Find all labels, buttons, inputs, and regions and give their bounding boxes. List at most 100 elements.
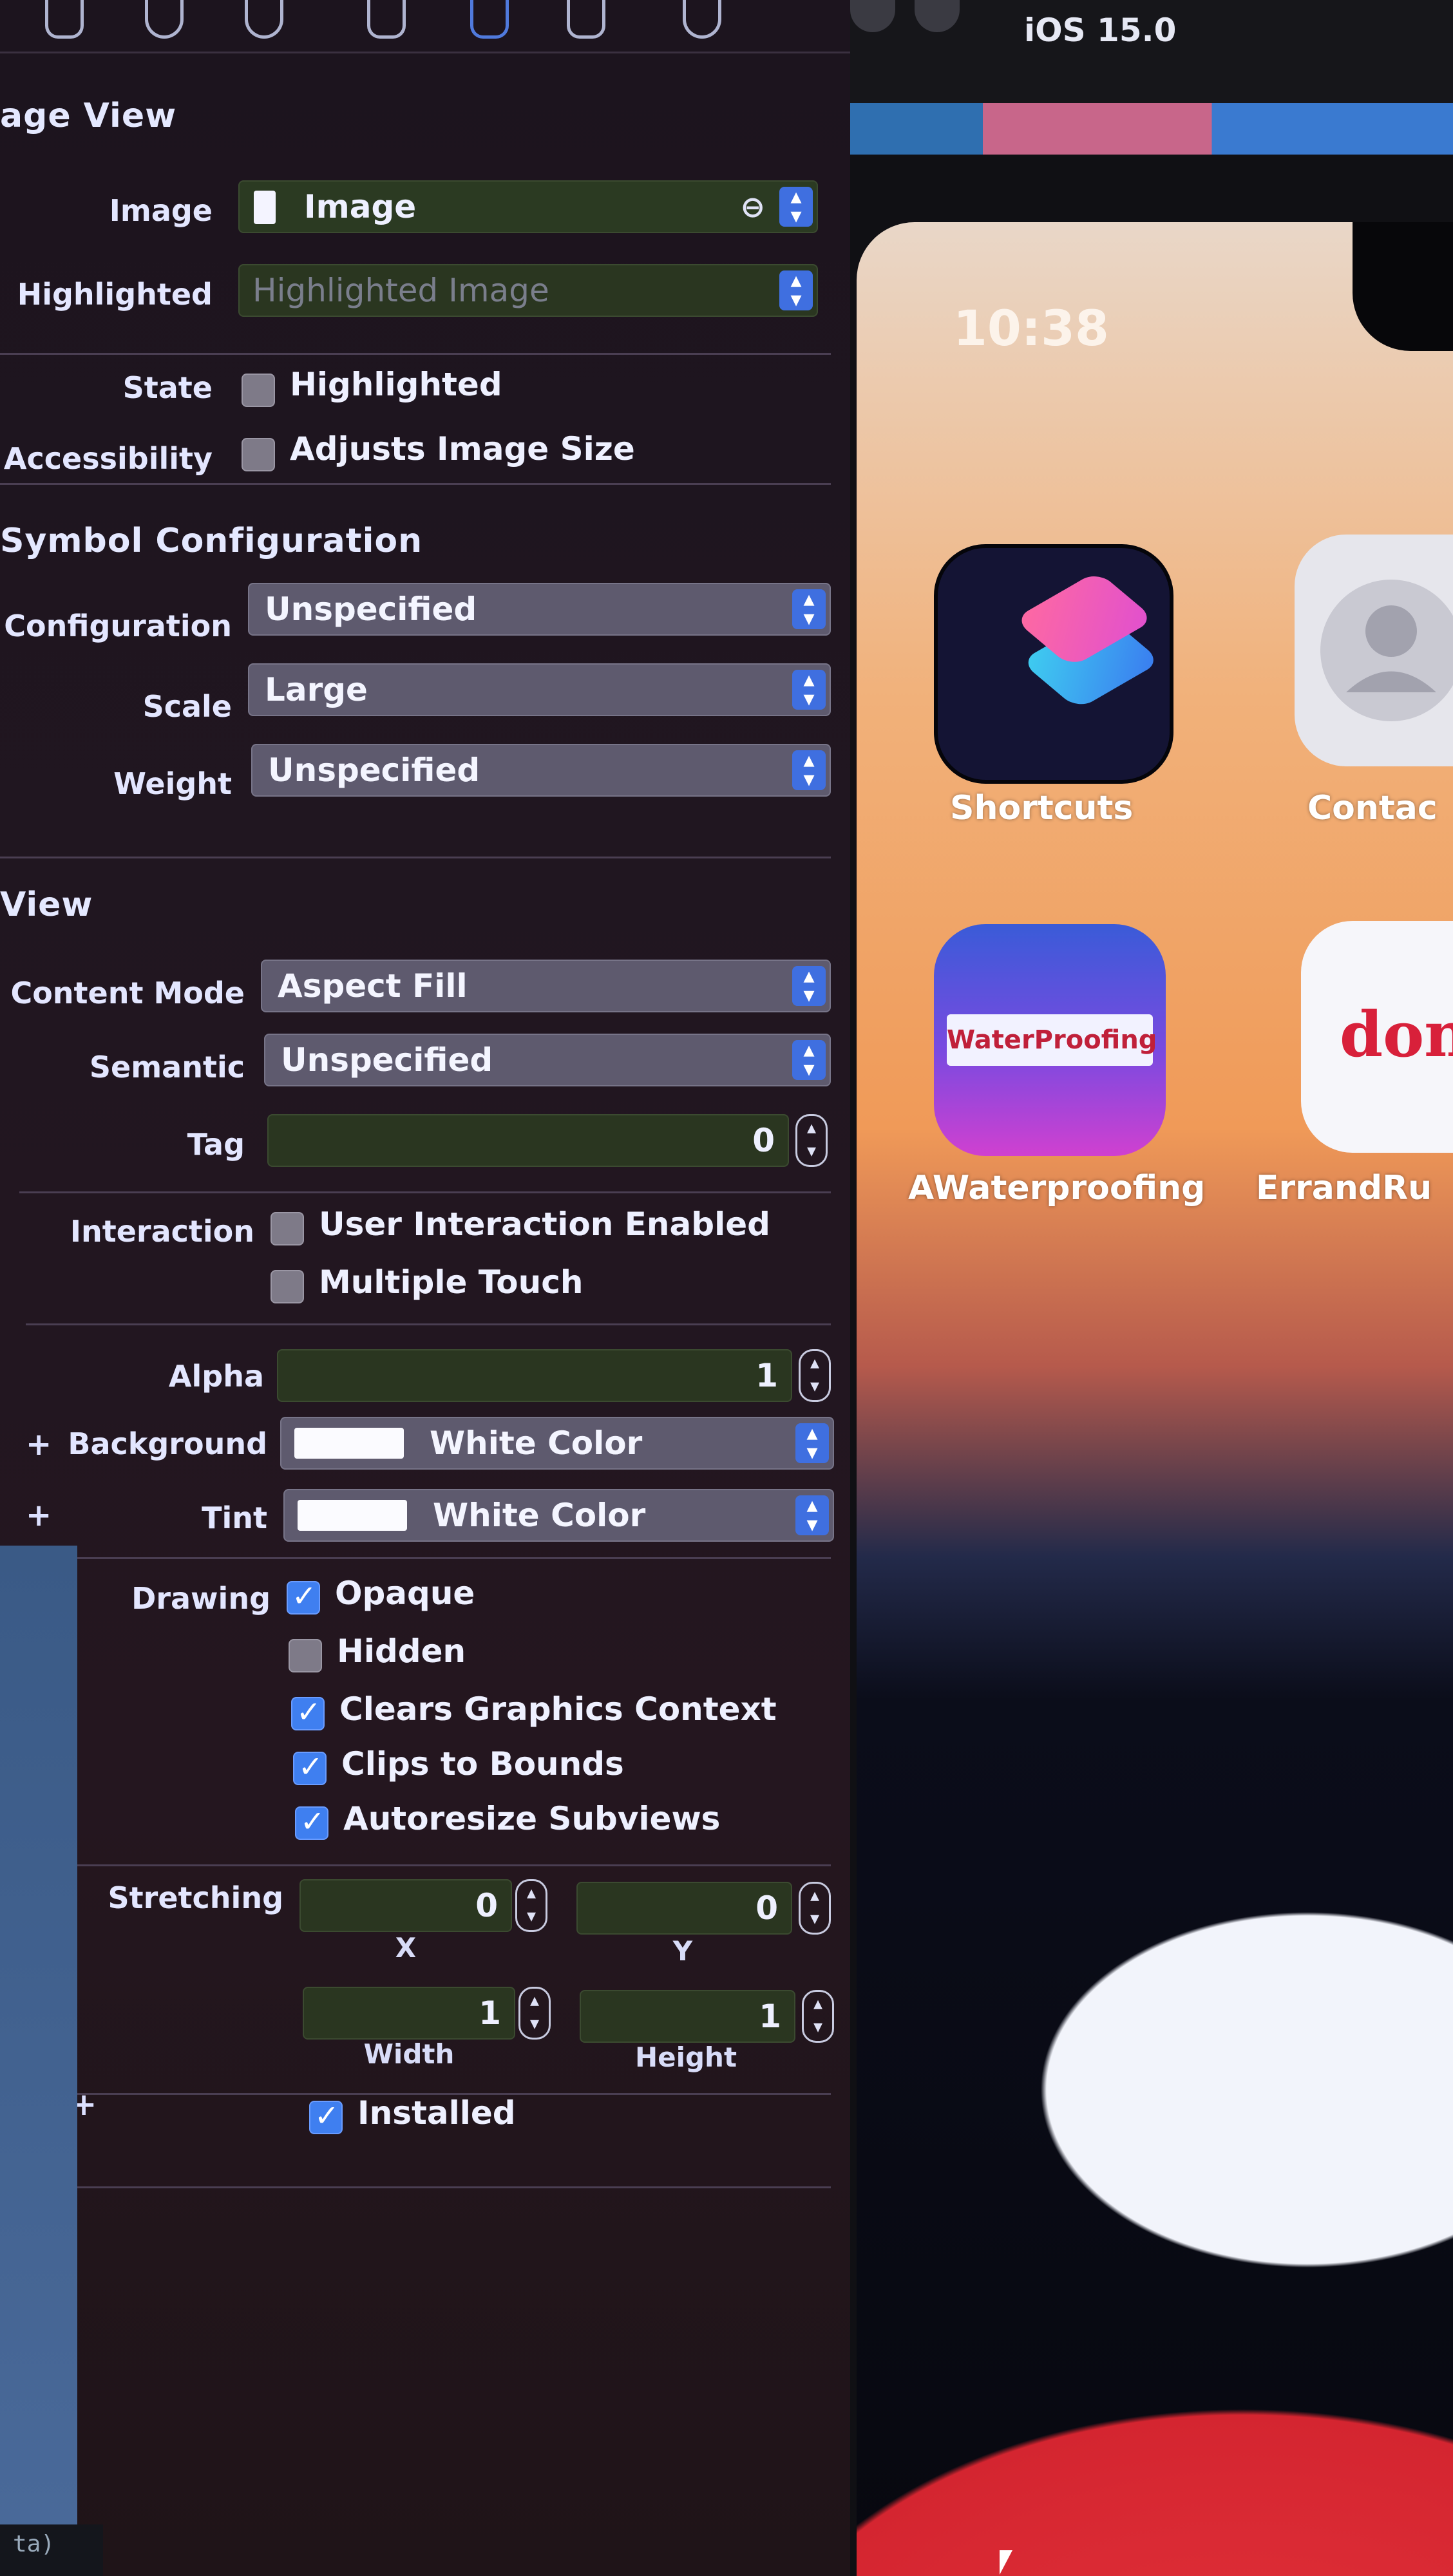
errandrunner-logo: done [1340, 998, 1453, 1071]
background-color-popup[interactable]: White Color ▴ ▾ [280, 1417, 834, 1470]
state-highlighted-label: Highlighted [290, 366, 502, 403]
stretching-height-field[interactable]: 1 [580, 1990, 795, 2043]
contacts-app-label: Contac [1307, 789, 1438, 828]
semantic-popup-arrow-icon: ▴ ▾ [792, 1039, 826, 1080]
stretching-height-stepper[interactable]: ▴ ▾ [802, 1990, 834, 2043]
shortcuts-app-icon[interactable] [934, 544, 1173, 784]
stretching-width-label: Width [363, 2038, 455, 2070]
state-highlighted-checkbox[interactable] [242, 374, 275, 407]
stretching-y-field[interactable]: 0 [576, 1882, 792, 1935]
background-label: Background [68, 1426, 267, 1461]
scale-popup[interactable]: Large ▴ ▾ [248, 663, 831, 716]
stretching-height-label: Height [634, 2041, 737, 2073]
simulator-title-bar: iOS 15.0 [850, 0, 1453, 103]
tint-color-swatch [298, 1500, 407, 1531]
highlighted-image-field[interactable]: Highlighted Image ▴ ▾ [238, 264, 818, 317]
image-value: Image [304, 188, 417, 225]
size-icon[interactable] [567, 0, 605, 39]
stretching-width-stepper[interactable]: ▴ ▾ [518, 1987, 551, 2040]
clear-image-icon[interactable]: ⊖ [740, 182, 765, 232]
clears-graphics-context-label: Clears Graphics Context [339, 1690, 777, 1728]
weight-popup[interactable]: Unspecified ▴ ▾ [251, 744, 831, 797]
file-icon[interactable] [45, 0, 84, 39]
section-view-title: View [0, 886, 93, 924]
tint-color-value: White Color [433, 1497, 646, 1534]
stretching-y-stepper[interactable]: ▴ ▾ [799, 1882, 831, 1935]
adjusts-image-size-checkbox[interactable] [242, 438, 275, 471]
multiple-touch-checkbox[interactable] [271, 1270, 304, 1303]
hidden-checkbox[interactable] [289, 1639, 322, 1672]
contacts-app-icon[interactable] [1295, 535, 1453, 766]
state-label: State [122, 370, 213, 405]
alpha-stepper[interactable]: ▴ ▾ [799, 1349, 831, 1402]
drawing-label: Drawing [131, 1581, 271, 1616]
stretching-width-field[interactable]: 1 [303, 1987, 515, 2040]
identity-icon[interactable] [367, 0, 406, 39]
autoresize-subviews-checkbox[interactable] [295, 1804, 328, 1840]
highlighted-combo-arrow-icon[interactable]: ▴ ▾ [779, 269, 813, 310]
help-icon[interactable] [245, 0, 283, 39]
content-mode-label: Content Mode [10, 976, 245, 1010]
weight-popup-arrow-icon: ▴ ▾ [792, 749, 826, 790]
scale-popup-arrow-icon: ▴ ▾ [792, 668, 826, 710]
waterproofing-logo: WaterProofing [947, 1014, 1157, 1066]
stretching-x-field[interactable]: 0 [299, 1879, 512, 1932]
configuration-popup[interactable]: Unspecified ▴ ▾ [248, 583, 831, 636]
alpha-field[interactable]: 1 [277, 1349, 792, 1402]
image-label: Image [109, 193, 213, 228]
divider [0, 857, 831, 858]
add-variation-plus-icon[interactable]: + [26, 1497, 52, 1533]
toolbar-button-icon[interactable] [850, 0, 895, 32]
tag-field[interactable]: 0 [267, 1114, 789, 1167]
errandrunner-app-icon[interactable]: done [1301, 921, 1453, 1153]
tint-color-popup[interactable]: White Color ▴ ▾ [283, 1489, 834, 1542]
iphone-screen[interactable]: 10:38 Shortcuts Contac WaterProofing AWa… [857, 222, 1453, 2576]
semantic-popup[interactable]: Unspecified ▴ ▾ [264, 1034, 831, 1086]
ios-simulator: iOS 15.0 10:38 Shortcuts Contac WaterPro… [850, 0, 1453, 2576]
stretching-x-label: X [395, 1932, 417, 1964]
clips-to-bounds-checkbox[interactable] [293, 1749, 327, 1785]
mouse-cursor-icon [1000, 2550, 1012, 2575]
inspector-toolbar [0, 0, 850, 53]
connections-icon[interactable] [683, 0, 721, 39]
image-field[interactable]: Image ⊖ ▴ ▾ [238, 180, 818, 233]
installed-checkbox[interactable] [309, 2098, 343, 2134]
semantic-value: Unspecified [281, 1041, 493, 1079]
status-bar-clock: 10:38 [953, 299, 1109, 357]
tag-stepper[interactable]: ▴ ▾ [795, 1114, 828, 1167]
toolbar-button-icon[interactable] [915, 0, 960, 32]
waterproofing-app-label: AWaterproofing [908, 1169, 1206, 1208]
clears-graphics-context-checkbox[interactable] [291, 1694, 325, 1730]
image-combo-arrow-icon[interactable]: ▴ ▾ [779, 185, 813, 227]
tint-popup-arrow-icon: ▴ ▾ [795, 1494, 829, 1535]
attributes-icon[interactable] [470, 0, 509, 39]
user-interaction-enabled-checkbox[interactable] [271, 1212, 304, 1245]
attributes-inspector: age View Image Image ⊖ ▴ ▾ Highlighted Hi… [0, 0, 850, 2576]
divider [26, 1323, 831, 1325]
simulator-os-version: iOS 15.0 [1024, 12, 1177, 49]
divider [26, 1557, 831, 1559]
opaque-label: Opaque [335, 1575, 475, 1612]
navigator-edge [0, 1546, 77, 2576]
stretching-x-stepper[interactable]: ▴ ▾ [515, 1879, 547, 1932]
content-mode-popup[interactable]: Aspect Fill ▴ ▾ [261, 960, 831, 1012]
waterproofing-app-icon[interactable]: WaterProofing [934, 924, 1166, 1156]
interaction-label: Interaction [70, 1214, 254, 1249]
weight-label: Weight [113, 766, 232, 801]
opaque-checkbox[interactable] [287, 1578, 320, 1615]
installed-label: Installed [357, 2094, 516, 2132]
section-image-view-title: age View [0, 97, 177, 135]
configuration-popup-arrow-icon: ▴ ▾ [792, 588, 826, 629]
errandrunner-app-label: ErrandRu [1256, 1169, 1432, 1208]
divider [19, 1191, 831, 1193]
stretching-label: Stretching [108, 1880, 283, 1915]
device-notch [1353, 222, 1453, 351]
configuration-value: Unspecified [265, 591, 477, 628]
scale-label: Scale [142, 689, 232, 724]
add-variation-plus-icon[interactable]: + [26, 1426, 52, 1463]
highlighted-image-placeholder: Highlighted Image [252, 272, 549, 309]
hidden-label: Hidden [337, 1633, 466, 1670]
content-mode-value: Aspect Fill [278, 967, 468, 1005]
configuration-label: Configuration [4, 609, 232, 643]
history-icon[interactable] [145, 0, 184, 39]
